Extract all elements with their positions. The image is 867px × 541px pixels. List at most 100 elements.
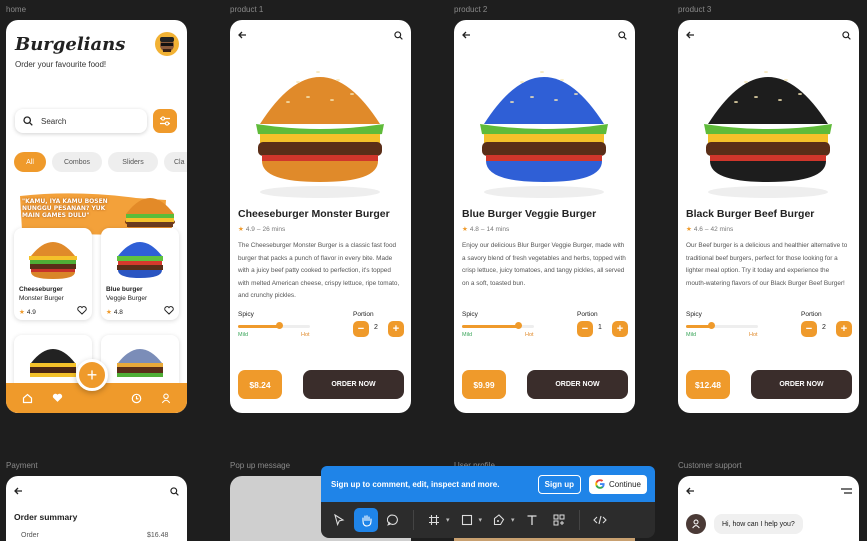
search-icon[interactable] bbox=[170, 487, 179, 496]
search-icon[interactable] bbox=[842, 31, 851, 40]
banner-text: "KAMU, IYA KAMU BOSEN NUNGGU PESANAN? YU… bbox=[22, 198, 108, 219]
continue-google-button[interactable]: Continue bbox=[588, 474, 647, 494]
text-tool-icon[interactable] bbox=[520, 508, 544, 532]
portion-quantity: 2 bbox=[374, 324, 378, 331]
portion-label: Portion bbox=[353, 311, 374, 318]
burger-image bbox=[30, 349, 76, 377]
order-now-button[interactable]: ORDER NOW bbox=[751, 370, 852, 399]
move-tool-icon[interactable] bbox=[327, 508, 351, 532]
signup-banner: Sign up to comment, edit, inspect and mo… bbox=[321, 466, 655, 502]
signup-button[interactable]: Sign up bbox=[537, 474, 581, 494]
dev-mode-icon[interactable] bbox=[588, 508, 612, 532]
pen-tool-icon[interactable] bbox=[487, 508, 511, 532]
chip-classic[interactable]: Cla bbox=[164, 152, 187, 172]
add-fab-button[interactable]: + bbox=[76, 359, 108, 391]
search-icon[interactable] bbox=[394, 31, 403, 40]
star-icon: ★ bbox=[19, 309, 25, 316]
search-icon[interactable] bbox=[618, 31, 627, 40]
rectangle-tool-icon[interactable] bbox=[455, 508, 479, 532]
continue-label: Continue bbox=[608, 479, 641, 489]
product-card[interactable]: Blue burger Veggie Burger ★ 4.8 bbox=[101, 228, 179, 320]
chevron-down-icon[interactable]: ▾ bbox=[511, 516, 515, 524]
meta-dash: – bbox=[480, 225, 485, 233]
hot-label: Hot bbox=[749, 332, 758, 338]
avatar[interactable] bbox=[155, 32, 179, 56]
spicy-slider[interactable] bbox=[238, 325, 310, 328]
product-title: Black Burger Beef Burger bbox=[686, 208, 815, 220]
signup-message: Sign up to comment, edit, inspect and mo… bbox=[331, 479, 500, 489]
spicy-slider[interactable] bbox=[686, 325, 758, 328]
product-meta: ★ 4.9 – 26 mins bbox=[238, 225, 286, 234]
spicy-slider[interactable] bbox=[462, 325, 534, 328]
slider-handle[interactable] bbox=[707, 322, 715, 329]
hot-label: Hot bbox=[525, 332, 534, 338]
card-title: Cheeseburger Monster Burger bbox=[19, 286, 64, 302]
chip-all[interactable]: All bbox=[14, 152, 46, 172]
user-icon[interactable] bbox=[161, 393, 171, 404]
back-arrow-icon[interactable] bbox=[14, 487, 23, 495]
portion-label: Portion bbox=[577, 311, 598, 318]
order-summary-title: Order summary bbox=[14, 512, 78, 522]
home-frame: Burgelians Order your favourite food! Se… bbox=[6, 20, 187, 413]
support-frame: Hi, how can I help you? bbox=[678, 476, 859, 541]
back-arrow-icon[interactable] bbox=[462, 31, 471, 39]
back-arrow-icon[interactable] bbox=[238, 31, 247, 39]
product-frame: Black Burger Beef Burger ★ 4.6 – 42 mins… bbox=[678, 20, 859, 413]
product-card[interactable]: Cheeseburger Monster Burger ★ 4.9 bbox=[14, 228, 92, 320]
home-icon[interactable] bbox=[22, 393, 33, 404]
sliders-icon bbox=[159, 115, 171, 127]
comment-tool-icon[interactable] bbox=[381, 508, 405, 532]
card-title: Blue burger Veggie Burger bbox=[106, 286, 148, 302]
heart-icon[interactable] bbox=[164, 306, 174, 315]
chip-sliders[interactable]: Sliders bbox=[108, 152, 158, 172]
mild-label: Mild bbox=[238, 332, 249, 338]
frame-label-product1[interactable]: product 1 bbox=[230, 5, 263, 14]
heart-icon[interactable] bbox=[52, 393, 63, 403]
frame-label-popup[interactable]: Pop up message bbox=[230, 461, 290, 470]
frame-tool-icon[interactable] bbox=[422, 508, 446, 532]
frame-label-product3[interactable]: product 3 bbox=[678, 5, 711, 14]
decrease-portion-button[interactable]: − bbox=[801, 321, 817, 337]
star-icon: ★ bbox=[106, 309, 112, 316]
back-arrow-icon[interactable] bbox=[686, 31, 695, 39]
spicy-label: Spicy bbox=[462, 311, 478, 318]
product-description: Enjoy our delicious Blur Burger Veggie B… bbox=[462, 242, 626, 287]
filter-button[interactable] bbox=[153, 109, 177, 133]
hot-label: Hot bbox=[301, 332, 310, 338]
google-icon bbox=[595, 479, 605, 489]
card-rating: ★ 4.9 bbox=[19, 308, 36, 317]
back-arrow-icon[interactable] bbox=[686, 487, 695, 495]
product-frame: Cheeseburger Monster Burger ★ 4.9 – 26 m… bbox=[230, 20, 411, 413]
product-title: Cheeseburger Monster Burger bbox=[238, 208, 390, 220]
heart-icon[interactable] bbox=[77, 306, 87, 315]
increase-portion-button[interactable]: + bbox=[388, 321, 404, 337]
mild-label: Mild bbox=[686, 332, 697, 338]
components-tool-icon[interactable] bbox=[547, 508, 571, 532]
frame-label-support[interactable]: Customer support bbox=[678, 461, 742, 470]
order-now-button[interactable]: ORDER NOW bbox=[303, 370, 404, 399]
increase-portion-button[interactable]: + bbox=[612, 321, 628, 337]
menu-icon[interactable] bbox=[841, 488, 852, 494]
hand-tool-icon[interactable] bbox=[354, 508, 378, 532]
product-title: Blue Burger Veggie Burger bbox=[462, 208, 597, 220]
frame-label-payment[interactable]: Payment bbox=[6, 461, 38, 470]
increase-portion-button[interactable]: + bbox=[836, 321, 852, 337]
card-rating: ★ 4.8 bbox=[106, 308, 123, 317]
chevron-down-icon[interactable]: ▾ bbox=[479, 516, 483, 524]
history-icon[interactable] bbox=[131, 393, 142, 404]
order-now-button[interactable]: ORDER NOW bbox=[527, 370, 628, 399]
price-badge: $8.24 bbox=[238, 370, 282, 399]
meta-dash: – bbox=[704, 225, 709, 233]
product-meta: ★ 4.6 – 42 mins bbox=[686, 225, 734, 234]
slider-handle[interactable] bbox=[514, 322, 522, 329]
chip-combos[interactable]: Combos bbox=[52, 152, 102, 172]
burger-image bbox=[704, 71, 832, 198]
chevron-down-icon[interactable]: ▾ bbox=[446, 516, 450, 524]
frame-label-home[interactable]: home bbox=[6, 5, 26, 14]
figma-toolbar: ▾ ▾ ▾ bbox=[321, 502, 655, 538]
decrease-portion-button[interactable]: − bbox=[577, 321, 593, 337]
decrease-portion-button[interactable]: − bbox=[353, 321, 369, 337]
search-input[interactable]: Search bbox=[15, 109, 147, 133]
spicy-label: Spicy bbox=[686, 311, 702, 318]
frame-label-product2[interactable]: product 2 bbox=[454, 5, 487, 14]
